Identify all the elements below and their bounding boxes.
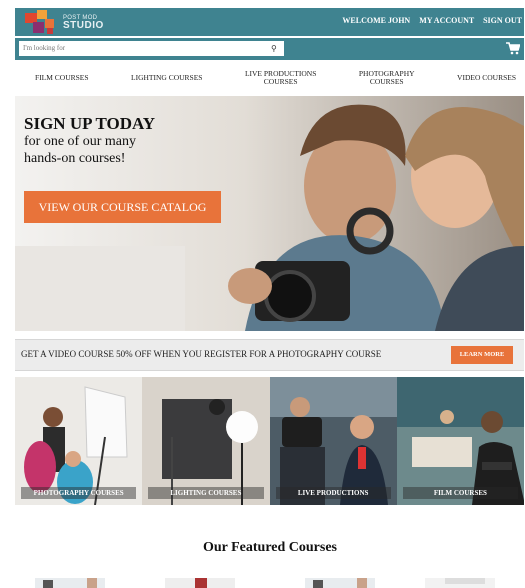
nav-photography-courses[interactable]: PHOTOGRAPHY COURSES: [359, 70, 415, 86]
tile-live-productions-label: LIVE PRODUCTIONS: [297, 489, 369, 497]
brand-line2: STUDIO: [63, 20, 104, 31]
promo-banner: GET A VIDEO COURSE 50% OFF WHEN YOU REGI…: [15, 339, 524, 371]
top-header-bar: POST MOD STUDIO WELCOME JOHN MY ACCOUNT …: [15, 8, 524, 36]
hero-banner[interactable]: SIGN UP TODAY for one of our many hands-…: [15, 96, 524, 331]
account-nav: WELCOME JOHN MY ACCOUNT SIGN OUT: [335, 16, 522, 25]
tile-photography-label: PHOTOGRAPHY COURSES: [33, 489, 124, 497]
search-icon[interactable]: ⚲: [271, 41, 277, 56]
featured-thumb-4[interactable]: [425, 578, 495, 588]
course-category-tiles: PHOTOGRAPHY COURSES LIGHTING COURSES LIV…: [15, 377, 524, 505]
nav-live-productions-courses[interactable]: LIVE PRODUCTIONS COURSES: [245, 70, 316, 86]
cart-icon[interactable]: [506, 42, 520, 55]
featured-thumb-1[interactable]: [35, 578, 105, 588]
tile-lighting-label: LIGHTING COURSES: [170, 489, 242, 497]
live-productions-photo: [269, 377, 397, 505]
view-course-catalog-button[interactable]: VIEW OUR COURSE CATALOG: [24, 191, 221, 223]
tile-film-label: FILM COURSES: [433, 489, 487, 497]
featured-thumb-3[interactable]: [305, 578, 375, 588]
tile-lighting-courses[interactable]: LIGHTING COURSES: [142, 377, 270, 505]
search-input[interactable]: [19, 41, 284, 56]
hero-subtitle-line2: hands-on courses!: [24, 151, 126, 166]
sign-out-link[interactable]: SIGN OUT: [483, 16, 522, 25]
hero-title: SIGN UP TODAY: [24, 114, 156, 133]
photography-photo: [15, 377, 143, 505]
brand-logo[interactable]: [23, 10, 63, 34]
nav-lighting-courses[interactable]: LIGHTING COURSES: [131, 74, 202, 82]
brand-name[interactable]: POST MOD STUDIO: [63, 14, 104, 31]
featured-courses-heading: Our Featured Courses: [202, 540, 338, 555]
promo-text: GET A VIDEO COURSE 50% OFF WHEN YOU REGI…: [21, 349, 382, 359]
featured-course-thumbnails: [15, 578, 524, 588]
film-photo: [396, 377, 524, 505]
search-bar: ⚲: [15, 38, 524, 60]
tile-film-courses[interactable]: FILM COURSES: [396, 377, 524, 505]
tile-live-productions[interactable]: LIVE PRODUCTIONS: [269, 377, 397, 505]
nav-video-courses[interactable]: VIDEO COURSES: [457, 74, 516, 82]
main-navigation: FILM COURSES LIGHTING COURSES LIVE PRODU…: [15, 62, 524, 94]
my-account-link[interactable]: MY ACCOUNT: [419, 16, 474, 25]
hero-subtitle-line1: for one of our many: [24, 134, 136, 149]
welcome-link[interactable]: WELCOME JOHN: [342, 16, 410, 25]
nav-film-courses[interactable]: FILM COURSES: [35, 74, 89, 82]
tile-photography-courses[interactable]: PHOTOGRAPHY COURSES: [15, 377, 143, 505]
lighting-photo: [142, 377, 270, 505]
featured-thumb-2[interactable]: [165, 578, 235, 588]
hero-text-block: SIGN UP TODAY for one of our many hands-…: [24, 114, 155, 167]
learn-more-button[interactable]: LEARN MORE: [451, 346, 513, 364]
